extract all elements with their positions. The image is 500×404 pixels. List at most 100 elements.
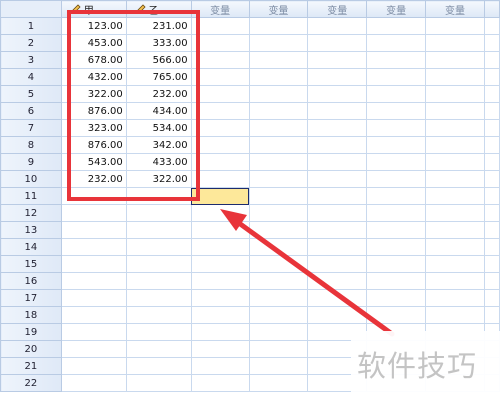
data-cell[interactable]: 232.00 [125,85,192,103]
row-number[interactable]: 15 [0,255,62,273]
empty-cell[interactable] [248,306,309,324]
data-cell[interactable] [125,374,192,392]
data-cell[interactable] [60,221,127,239]
column-header-placeholder[interactable]: 变量 [248,0,309,18]
empty-cell[interactable] [307,85,368,103]
empty-cell[interactable] [425,272,485,290]
empty-cell[interactable] [483,17,500,35]
empty-cell[interactable] [190,306,250,324]
empty-cell[interactable] [483,136,500,154]
empty-cell[interactable] [366,187,427,205]
empty-cell[interactable] [190,153,250,171]
data-cell[interactable] [125,323,192,341]
row-number[interactable]: 18 [0,306,62,324]
empty-cell[interactable] [483,187,500,205]
empty-cell[interactable] [190,136,250,154]
row-number[interactable]: 9 [0,153,62,171]
data-cell[interactable] [60,289,127,307]
empty-cell[interactable] [307,306,368,324]
data-cell[interactable]: 323.00 [60,119,127,137]
data-cell[interactable]: 765.00 [125,68,192,86]
empty-cell[interactable] [425,221,485,239]
empty-cell[interactable] [248,119,309,137]
row-number[interactable]: 17 [0,289,62,307]
empty-cell[interactable] [248,374,309,392]
empty-cell[interactable] [366,119,427,137]
empty-cell[interactable] [190,85,250,103]
empty-cell[interactable] [190,289,250,307]
empty-cell[interactable] [366,68,427,86]
empty-cell[interactable] [190,51,250,69]
data-cell[interactable] [125,255,192,273]
column-header-placeholder[interactable]: 变量 [307,0,368,18]
empty-cell[interactable] [366,238,427,256]
empty-cell[interactable] [190,102,250,120]
empty-cell[interactable] [425,204,485,222]
column-header-yi[interactable]: 乙 [125,0,192,18]
empty-cell[interactable] [483,238,500,256]
empty-cell[interactable] [483,272,500,290]
data-cell[interactable]: 123.00 [60,17,127,35]
empty-cell[interactable] [425,34,485,52]
empty-cell[interactable] [366,170,427,188]
empty-cell[interactable] [190,357,250,375]
empty-cell[interactable] [366,51,427,69]
empty-cell[interactable] [190,119,250,137]
data-cell[interactable]: 453.00 [60,34,127,52]
empty-cell[interactable] [483,170,500,188]
data-cell[interactable]: 876.00 [60,136,127,154]
empty-cell[interactable] [190,204,250,222]
empty-cell[interactable] [425,255,485,273]
empty-cell[interactable] [425,102,485,120]
empty-cell[interactable] [307,119,368,137]
data-cell[interactable] [125,204,192,222]
data-cell[interactable] [60,306,127,324]
data-cell[interactable] [125,289,192,307]
row-number[interactable]: 11 [0,187,62,205]
row-number[interactable]: 20 [0,340,62,358]
empty-cell[interactable] [248,136,309,154]
empty-cell[interactable] [483,51,500,69]
empty-cell[interactable] [366,85,427,103]
data-cell[interactable]: 342.00 [125,136,192,154]
data-cell[interactable] [60,272,127,290]
data-cell[interactable]: 534.00 [125,119,192,137]
empty-cell[interactable] [307,204,368,222]
empty-cell[interactable] [190,238,250,256]
empty-cell[interactable] [248,272,309,290]
empty-cell[interactable] [190,68,250,86]
data-cell[interactable]: 322.00 [60,85,127,103]
empty-cell[interactable] [307,187,368,205]
empty-cell[interactable] [425,51,485,69]
empty-cell[interactable] [483,255,500,273]
empty-cell[interactable] [483,68,500,86]
column-header-placeholder[interactable]: 变量 [190,0,250,18]
row-number[interactable]: 22 [0,374,62,392]
empty-cell[interactable] [307,51,368,69]
empty-cell[interactable] [190,170,250,188]
data-cell[interactable]: 434.00 [125,102,192,120]
empty-cell[interactable] [248,85,309,103]
empty-cell[interactable] [190,340,250,358]
empty-cell[interactable] [248,323,309,341]
data-cell[interactable]: 333.00 [125,34,192,52]
data-cell[interactable] [60,255,127,273]
data-cell[interactable]: 322.00 [125,170,192,188]
empty-cell[interactable] [425,17,485,35]
empty-cell[interactable] [366,17,427,35]
empty-cell[interactable] [366,289,427,307]
empty-cell[interactable] [366,204,427,222]
empty-cell[interactable] [307,136,368,154]
empty-cell[interactable] [425,153,485,171]
row-number[interactable]: 12 [0,204,62,222]
empty-cell[interactable] [248,153,309,171]
empty-cell[interactable] [248,255,309,273]
empty-cell[interactable] [483,119,500,137]
row-number[interactable]: 2 [0,34,62,52]
empty-cell[interactable] [248,289,309,307]
empty-cell[interactable] [190,255,250,273]
empty-cell[interactable] [190,221,250,239]
empty-cell[interactable] [425,119,485,137]
data-cell[interactable] [125,272,192,290]
corner-cell[interactable] [0,0,62,18]
